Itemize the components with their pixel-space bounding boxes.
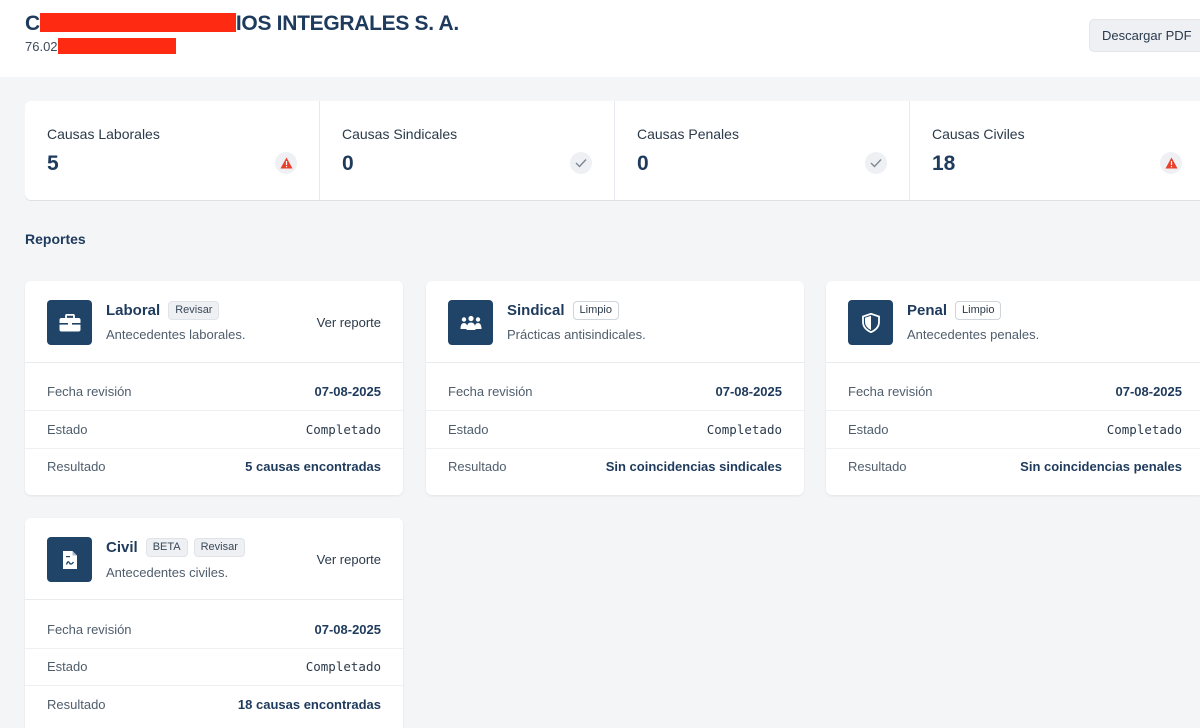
- row-value: Completado: [305, 422, 381, 437]
- report-card-laboral: Laboral Revisar Antecedentes laborales. …: [25, 281, 403, 495]
- status-badge: Limpio: [572, 301, 619, 320]
- row-label: Resultado: [848, 459, 907, 474]
- row-value: Sin coincidencias penales: [1020, 459, 1182, 474]
- card-title-row: Penal Limpio: [907, 301, 1002, 320]
- stat-causas-sindicales: Causas Sindicales 0: [320, 101, 615, 200]
- card-title: Penal: [907, 302, 948, 319]
- stat-value: 18: [932, 152, 956, 175]
- warning-icon: [1160, 152, 1182, 174]
- reports-section-title: Reportes: [25, 231, 86, 247]
- status-badge: Limpio: [955, 301, 1002, 320]
- card-subtitle: Prácticas antisindicales.: [507, 327, 646, 342]
- report-card-sindical: Sindical Limpio Prácticas antisindicales…: [426, 281, 804, 495]
- card-header: Laboral Revisar Antecedentes laborales. …: [25, 281, 403, 363]
- stat-value: 0: [342, 152, 354, 175]
- row-resultado: Resultado 18 causas encontradas: [25, 686, 403, 724]
- row-resultado: Resultado Sin coincidencias sindicales: [426, 448, 804, 486]
- card-title: Sindical: [507, 302, 565, 319]
- row-resultado: Resultado 5 causas encontradas: [25, 448, 403, 486]
- card-title: Laboral: [106, 302, 161, 319]
- row-estado: Estado Completado: [426, 411, 804, 449]
- row-fecha-revision: Fecha revisión 07-08-2025: [426, 373, 804, 411]
- card-title-row: Sindical Limpio: [507, 301, 619, 320]
- card-header: Sindical Limpio Prácticas antisindicales…: [426, 281, 804, 363]
- card-title-row: Laboral Revisar: [106, 301, 220, 320]
- warning-icon: [275, 152, 297, 174]
- row-label: Resultado: [47, 697, 106, 712]
- row-estado: Estado Completado: [25, 648, 403, 686]
- company-rut: 76.02: [25, 38, 176, 54]
- row-label: Resultado: [448, 459, 507, 474]
- shield-icon: [848, 300, 893, 345]
- beta-badge: BETA: [145, 538, 188, 557]
- row-value: 18 causas encontradas: [237, 697, 381, 712]
- stats-summary: Causas Laborales 5 Causas Sindicales 0 C…: [25, 101, 1200, 200]
- card-subtitle: Antecedentes civiles.: [106, 565, 229, 580]
- company-rut-text: 76.02: [25, 39, 58, 54]
- redaction-bar: [39, 13, 236, 32]
- row-value: Completado: [706, 422, 782, 437]
- row-label: Fecha revisión: [47, 622, 132, 637]
- stat-label: Causas Penales: [637, 126, 739, 142]
- row-label: Estado: [47, 422, 88, 437]
- stat-label: Causas Laborales: [47, 126, 160, 142]
- report-card-civil: Civil BETA Revisar Antecedentes civiles.…: [25, 518, 403, 728]
- row-value: 07-08-2025: [1115, 384, 1183, 399]
- row-fecha-revision: Fecha revisión 07-08-2025: [25, 373, 403, 411]
- stat-label: Causas Civiles: [932, 126, 1025, 142]
- row-value: Sin coincidencias sindicales: [605, 459, 782, 474]
- stat-causas-civiles: Causas Civiles 18: [910, 101, 1200, 200]
- group-icon: [448, 300, 493, 345]
- row-value: 07-08-2025: [314, 622, 382, 637]
- row-label: Fecha revisión: [848, 384, 933, 399]
- row-value: 07-08-2025: [715, 384, 783, 399]
- row-value: 5 causas encontradas: [245, 459, 381, 474]
- row-label: Estado: [448, 422, 489, 437]
- card-title: Civil: [106, 539, 138, 556]
- row-value: Completado: [305, 659, 381, 674]
- check-icon: [865, 152, 887, 174]
- card-header: Penal Limpio Antecedentes penales.: [826, 281, 1200, 363]
- stat-label: Causas Sindicales: [342, 126, 458, 142]
- row-label: Estado: [47, 659, 88, 674]
- document-icon: [47, 537, 92, 582]
- card-subtitle: Antecedentes laborales.: [106, 327, 246, 342]
- row-resultado: Resultado Sin coincidencias penales: [826, 448, 1200, 486]
- check-icon: [570, 152, 592, 174]
- redaction-bar: [57, 38, 176, 54]
- row-fecha-revision: Fecha revisión 07-08-2025: [25, 611, 403, 649]
- company-title-text: IOS INTEGRALES S. A.: [235, 12, 459, 35]
- view-report-link[interactable]: Ver reporte: [317, 315, 381, 330]
- status-badge: Revisar: [193, 538, 245, 557]
- row-label: Resultado: [47, 459, 106, 474]
- row-fecha-revision: Fecha revisión 07-08-2025: [826, 373, 1200, 411]
- card-title-row: Civil BETA Revisar: [106, 538, 245, 557]
- row-label: Estado: [848, 422, 889, 437]
- row-estado: Estado Completado: [25, 411, 403, 449]
- row-value: 07-08-2025: [314, 384, 382, 399]
- stat-causas-laborales: Causas Laborales 5: [25, 101, 320, 200]
- status-badge: Revisar: [168, 301, 220, 320]
- row-label: Fecha revisión: [47, 384, 132, 399]
- card-header: Civil BETA Revisar Antecedentes civiles.…: [25, 518, 403, 600]
- card-subtitle: Antecedentes penales.: [907, 327, 1040, 342]
- download-pdf-button[interactable]: Descargar PDF: [1089, 19, 1200, 52]
- report-card-penal: Penal Limpio Antecedentes penales. Fecha…: [826, 281, 1200, 495]
- stat-causas-penales: Causas Penales 0: [615, 101, 910, 200]
- view-report-link[interactable]: Ver reporte: [317, 552, 381, 567]
- company-title: C IOS INTEGRALES S. A.: [25, 12, 459, 36]
- page-header: C IOS INTEGRALES S. A. 76.02 Descargar PD…: [0, 0, 1200, 77]
- row-label: Fecha revisión: [448, 384, 533, 399]
- stat-value: 5: [47, 152, 59, 175]
- stat-value: 0: [637, 152, 649, 175]
- row-estado: Estado Completado: [826, 411, 1200, 449]
- company-title-lead: C: [25, 12, 40, 35]
- row-value: Completado: [1106, 422, 1182, 437]
- briefcase-icon: [47, 300, 92, 345]
